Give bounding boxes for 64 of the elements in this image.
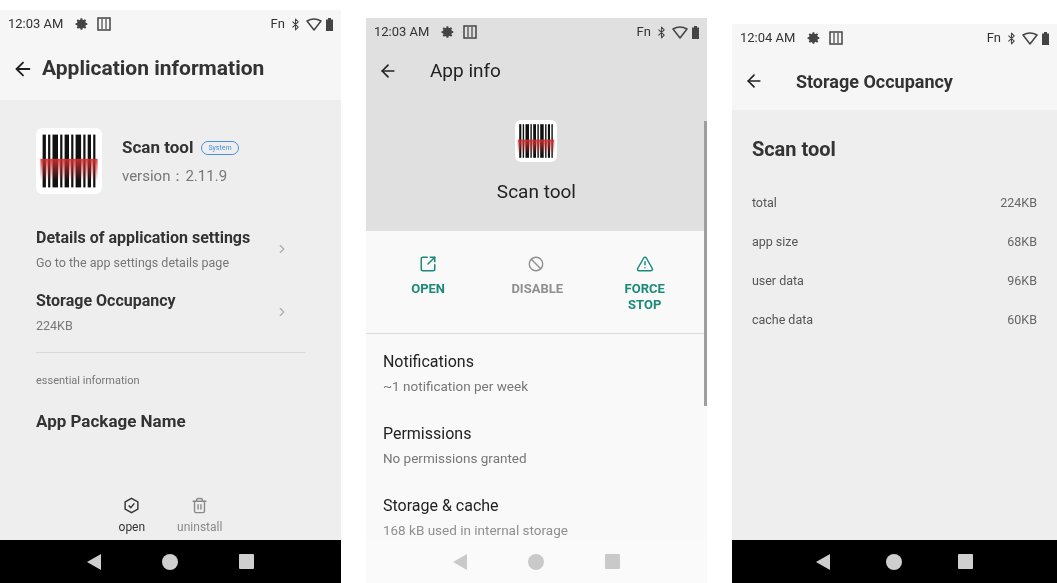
status-time: 12:04 AM — [739, 29, 796, 48]
settings-row[interactable]: Permissions No permissions granted — [382, 421, 690, 468]
back-triangle-icon[interactable] — [86, 553, 101, 570]
wifi-icon — [671, 25, 688, 39]
circle-slash-icon — [527, 254, 546, 273]
home-circle-icon[interactable] — [885, 553, 902, 570]
screen-title: App info — [429, 57, 501, 84]
row-title: Permissions — [382, 422, 473, 445]
row-title: Storage Occupancy — [36, 289, 177, 312]
wifi-icon — [305, 17, 322, 31]
battery-icon — [325, 17, 333, 31]
app-name: Scan tool — [496, 179, 576, 205]
screen-title: Storage Occupancy — [795, 69, 953, 94]
hexagon-check-icon — [123, 497, 141, 514]
battery-icon — [1042, 31, 1049, 45]
settings-row[interactable]: Details of application settings Go to the app settings details page — [36, 226, 305, 273]
status-time: 12:03 AM — [8, 15, 64, 34]
gear-icon — [807, 31, 822, 45]
app-version: version：2.11.9 — [122, 165, 229, 187]
app-name: Scan tool — [122, 136, 194, 159]
recents-square-icon[interactable] — [239, 554, 255, 569]
wifi-icon — [1022, 31, 1038, 45]
trash-icon — [191, 497, 209, 514]
settings-row[interactable]: Storage Occupancy 224KB — [36, 288, 305, 336]
barcode-app-icon — [36, 128, 102, 194]
fn-indicator: Fn — [636, 23, 651, 42]
storage-label: total — [751, 194, 777, 213]
battery-icon — [691, 25, 699, 39]
barcode-app-icon — [515, 120, 558, 162]
status-time: 12:03 AM — [373, 23, 430, 42]
storage-value: 60KB — [1007, 311, 1037, 330]
open-action-button[interactable]: open — [118, 497, 146, 536]
storage-label: app size — [751, 233, 799, 252]
row-subtitle: 224KB — [36, 316, 74, 335]
storage-value: 224KB — [1000, 194, 1037, 213]
gear-icon — [441, 25, 456, 39]
settings-row[interactable]: Storage & cache 168 kB used in internal storage — [382, 494, 690, 541]
row-title: App Package Name — [36, 410, 187, 433]
app-name: Scan tool — [751, 136, 837, 163]
warning-icon — [635, 254, 654, 273]
gear-icon — [75, 17, 90, 31]
row-subtitle: No permissions granted — [382, 448, 528, 468]
row-subtitle: 168 kB used in internal storage — [382, 521, 569, 540]
screen-title: Application information — [42, 55, 265, 83]
recents-square-icon[interactable] — [957, 554, 973, 569]
storage-value: 68KB — [1007, 233, 1037, 252]
section-header: essential information — [36, 372, 141, 389]
force-stop-button[interactable]: FORCE STOP — [604, 254, 685, 313]
back-triangle-icon[interactable] — [815, 553, 830, 570]
open-button[interactable]: OPEN — [388, 254, 469, 313]
row-subtitle: ~1 notification per week — [382, 376, 529, 396]
bluetooth-icon — [1005, 31, 1018, 45]
row-subtitle: Go to the app settings details page — [36, 254, 231, 272]
open-external-icon — [419, 254, 438, 273]
home-circle-icon[interactable] — [161, 553, 178, 570]
storage-label: cache data — [751, 311, 814, 330]
row-title: Storage & cache — [382, 495, 500, 517]
row-title: Details of application settings — [36, 227, 252, 249]
storage-value: 96KB — [1007, 272, 1037, 291]
fn-indicator: Fn — [270, 15, 285, 34]
fn-indicator: Fn — [986, 29, 1001, 48]
storage-label: user data — [751, 272, 804, 291]
row-title: Notifications — [382, 350, 475, 373]
settings-row[interactable]: Notifications ~1 notification per week — [382, 349, 690, 396]
